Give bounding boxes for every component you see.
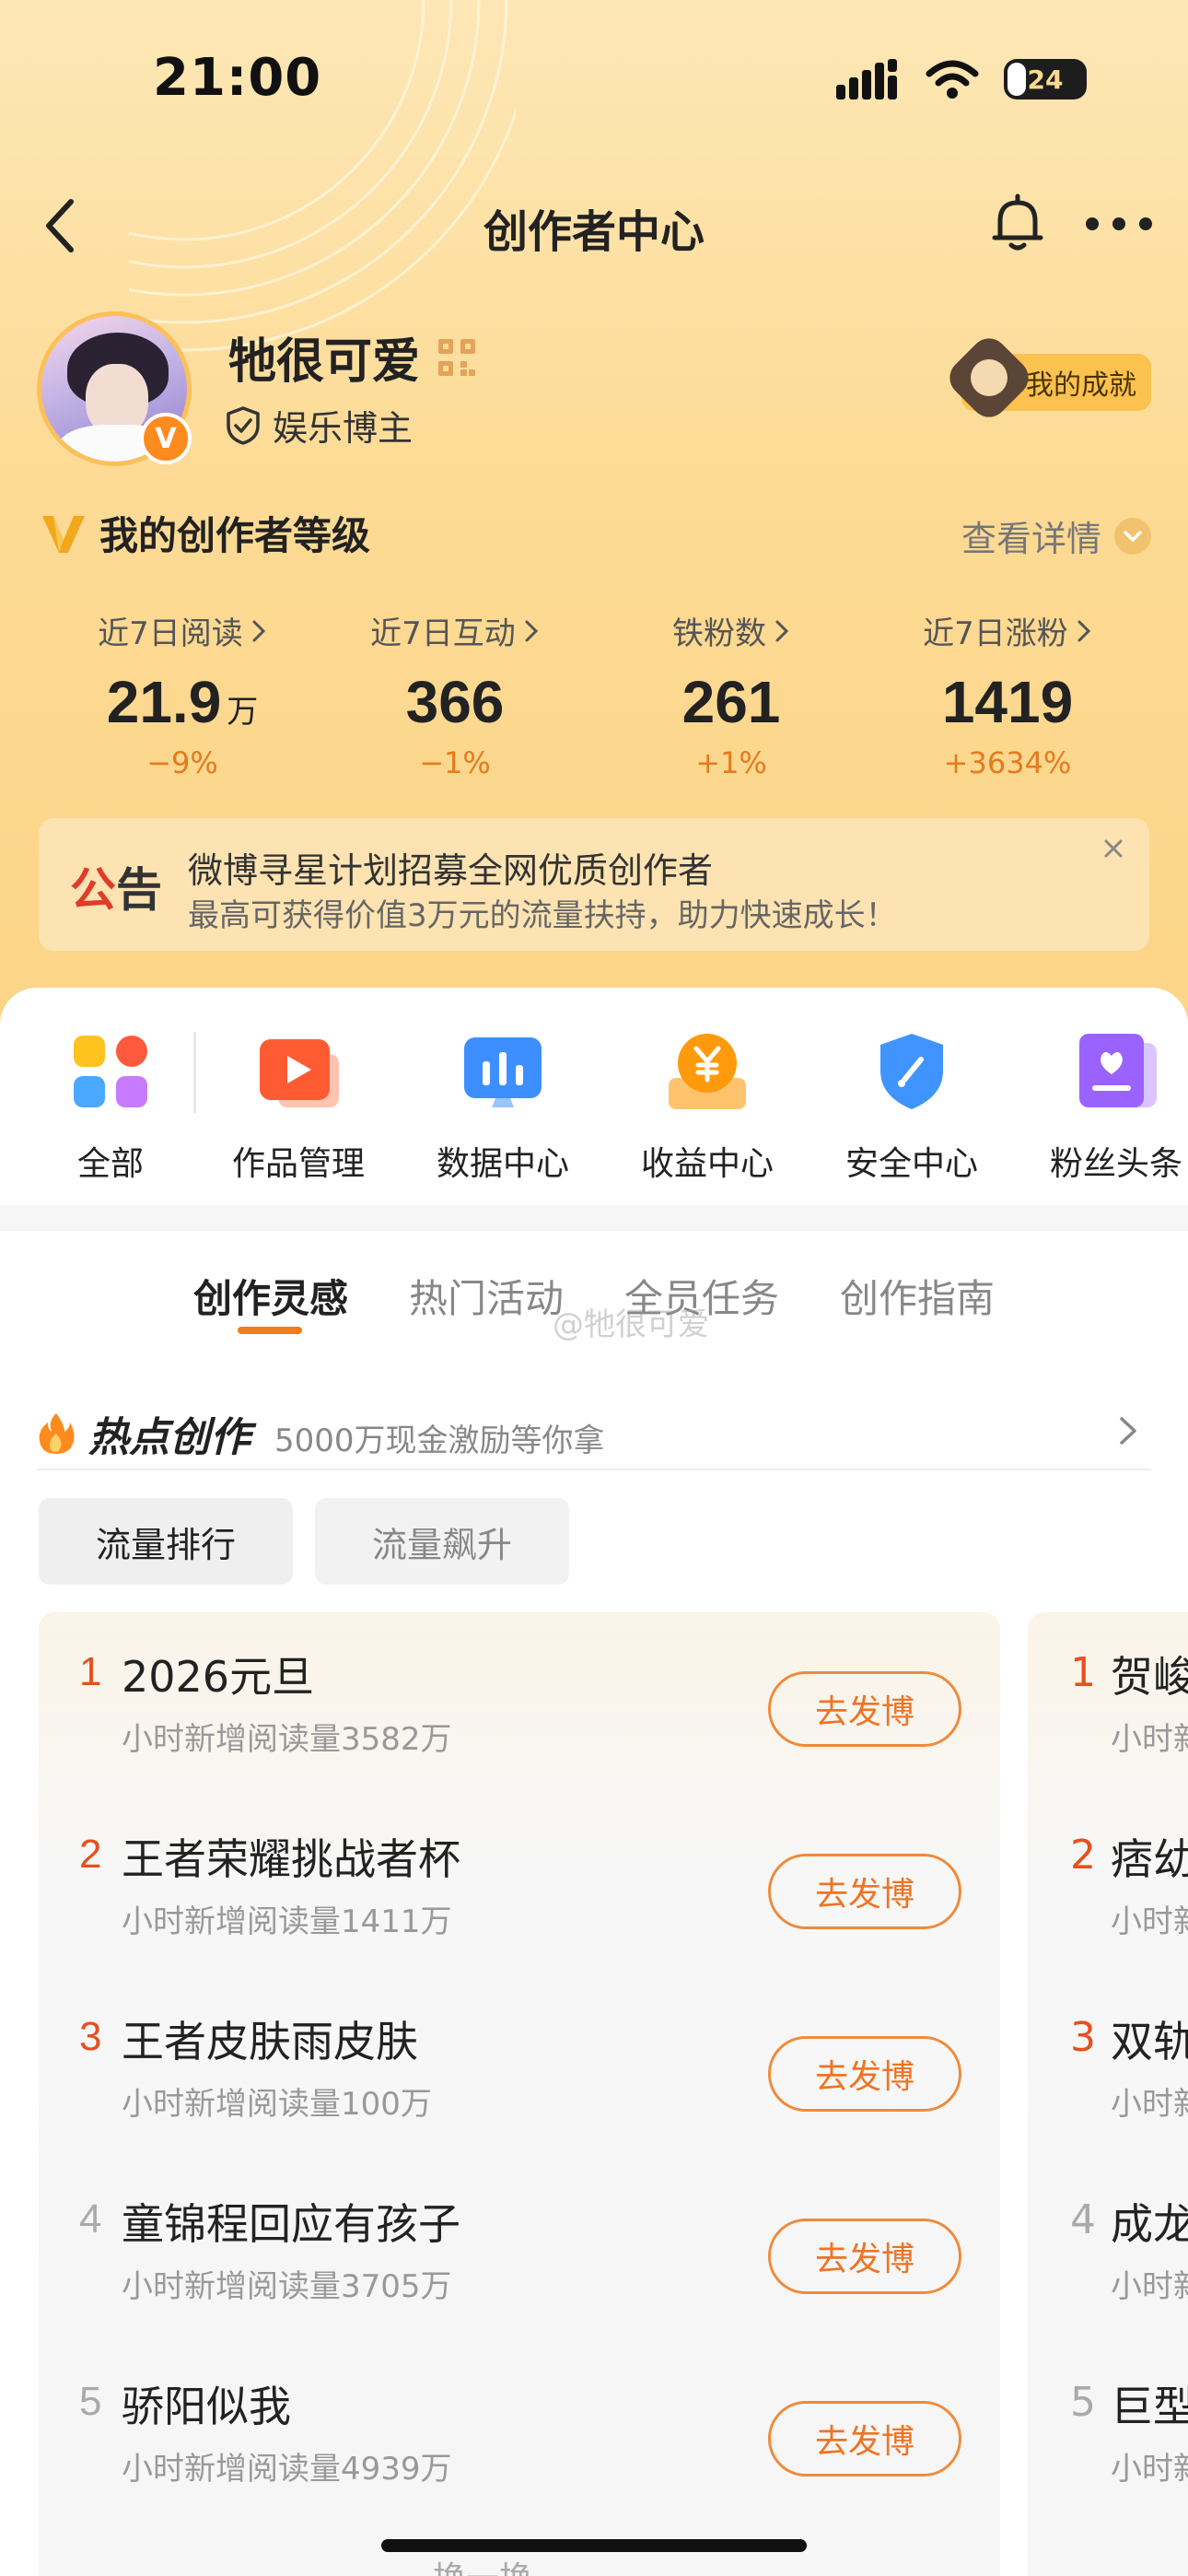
tab-hot-events[interactable]: 热门活动 bbox=[409, 1268, 564, 1324]
announcement-banner[interactable]: 公告 微博寻星计划招募全网优质创作者 最高可获得价值3万元的流量扶持，助力快速成… bbox=[39, 818, 1149, 951]
announcement-title: 微博寻星计划招募全网优质创作者 bbox=[188, 850, 714, 891]
post-button[interactable]: 去发博 bbox=[768, 2036, 961, 2112]
list-item[interactable]: 2 王者荣耀挑战者杯 小时新增阅读量1411万 去发博 bbox=[39, 1795, 1000, 1977]
hot-creation-title: 热点创作 bbox=[37, 1404, 250, 1463]
shield-check-icon bbox=[227, 405, 260, 445]
battery-level: 24 bbox=[1027, 64, 1064, 95]
achievement-button[interactable]: 我的成就 bbox=[942, 331, 1151, 425]
status-bar: 21:00 24 bbox=[0, 0, 1188, 157]
inspiration-section: 创作灵感 热门活动 全员任务 创作指南 @牠很可爱 热点创作 5000万现金激励… bbox=[0, 1231, 1188, 2576]
list-item[interactable]: 5 巨型 小时新 bbox=[1028, 2342, 1188, 2524]
tab-creative-inspiration[interactable]: 创作灵感 bbox=[193, 1268, 348, 1324]
status-time: 21:00 bbox=[153, 48, 322, 108]
tool-all[interactable]: 全部 bbox=[18, 1028, 203, 1185]
profile-header: V 牠很可爱 娱乐博主 我的成就 bbox=[37, 311, 1151, 477]
verified-badge: V bbox=[140, 413, 192, 464]
post-button[interactable]: 去发博 bbox=[768, 1854, 961, 1929]
stat-weekly-reads[interactable]: 近7日阅读 21.9 万 −9% bbox=[44, 608, 320, 780]
creator-role-text: 娱乐博主 bbox=[273, 408, 413, 449]
stat-weekly-new-fans[interactable]: 近7日涨粉 1419 +3634% bbox=[869, 608, 1146, 780]
more-button[interactable] bbox=[1077, 192, 1160, 256]
stats-row: 近7日阅读 21.9 万 −9% 近7日互动 366 −1% 铁粉数 261 +1… bbox=[0, 608, 1188, 792]
close-icon bbox=[1104, 839, 1123, 858]
grid-apps-icon bbox=[66, 1028, 155, 1117]
wifi-icon bbox=[926, 60, 979, 99]
chevron-right-icon bbox=[252, 620, 265, 641]
achievement-icon bbox=[942, 331, 1036, 425]
watermark: @牠很可爱 bbox=[553, 1306, 709, 1343]
tool-works-management[interactable]: 作品管理 bbox=[206, 1028, 390, 1185]
tool-security-center[interactable]: 安全中心 bbox=[820, 1028, 1004, 1185]
level-v-icon bbox=[42, 515, 85, 553]
post-button[interactable]: 去发博 bbox=[768, 2401, 961, 2476]
flame-icon bbox=[39, 1413, 75, 1454]
list-item[interactable]: 4 成龙 小时新 bbox=[1028, 2160, 1188, 2342]
announcement-tag: 公告 bbox=[70, 863, 162, 917]
content-tabs: 创作灵感 热门活动 全员任务 创作指南 @牠很可爱 bbox=[0, 1268, 1188, 1360]
list-item[interactable]: 4 童锦程回应有孩子 小时新增阅读量3705万 去发博 bbox=[39, 2160, 1000, 2342]
home-indicator[interactable] bbox=[381, 2539, 807, 2552]
more-dots-icon bbox=[1086, 217, 1152, 230]
tool-data-center[interactable]: 数据中心 bbox=[411, 1028, 595, 1185]
announcement-close-button[interactable] bbox=[1092, 827, 1135, 870]
cellular-signal-icon bbox=[836, 59, 897, 100]
chip-traffic-surge[interactable]: 流量飙升 bbox=[315, 1498, 569, 1585]
list-item[interactable]: 1 贺峻 小时新 bbox=[1028, 1612, 1188, 1795]
status-icons: 24 bbox=[836, 59, 1087, 100]
hot-creation-header[interactable]: 热点创作 5000万现金激励等你拿 bbox=[37, 1397, 1151, 1470]
achievement-label: 我的成就 bbox=[1026, 369, 1136, 402]
list-item[interactable]: 2 痞幼 小时新 bbox=[1028, 1795, 1188, 1977]
creator-level-title: 我的创作者等级 bbox=[41, 505, 370, 561]
post-button[interactable]: 去发博 bbox=[768, 1671, 961, 1747]
tab-active-indicator bbox=[238, 1327, 302, 1334]
nickname[interactable]: 牠很可爱 bbox=[228, 322, 477, 392]
qr-code-icon[interactable] bbox=[437, 337, 477, 378]
level-detail-link[interactable]: 查看详情 bbox=[961, 510, 1151, 561]
battery-icon: 24 bbox=[1004, 59, 1087, 100]
top-nav: 创作者中心 bbox=[0, 184, 1188, 267]
stat-weekly-interactions[interactable]: 近7日互动 366 −1% bbox=[317, 608, 593, 780]
chevron-down-icon bbox=[1114, 517, 1151, 555]
tool-fan-headline[interactable]: 粉丝头条 bbox=[1024, 1028, 1188, 1185]
list-item[interactable]: 3 双轨 小时新 bbox=[1028, 1977, 1188, 2160]
ranking-card-next: 1 贺峻 小时新 2 痞幼 小时新 3 双轨 小时新 4 成龙 小时新 5 巨型 bbox=[1028, 1612, 1188, 2576]
nickname-text: 牠很可爱 bbox=[228, 334, 421, 390]
chip-traffic-ranking[interactable]: 流量排行 bbox=[39, 1498, 293, 1585]
stat-iron-fans[interactable]: 铁粉数 261 +1% bbox=[593, 608, 869, 780]
list-item[interactable]: 3 王者皮肤雨皮肤 小时新增阅读量100万 去发博 bbox=[39, 1977, 1000, 2160]
chart-screen-icon bbox=[459, 1028, 547, 1117]
fan-headline-icon bbox=[1072, 1028, 1160, 1117]
chevron-right-icon bbox=[1120, 1417, 1136, 1445]
chevron-right-icon bbox=[1077, 620, 1090, 641]
bell-icon bbox=[992, 193, 1043, 251]
list-item[interactable]: 5 骄阳似我 小时新增阅读量4939万 去发博 bbox=[39, 2342, 1000, 2524]
ranking-card: 1 2026元旦 小时新增阅读量3582万 去发博 2 王者荣耀挑战者杯 小时新… bbox=[39, 1612, 1000, 2576]
tab-creation-guide[interactable]: 创作指南 bbox=[840, 1268, 995, 1324]
creator-role[interactable]: 娱乐博主 bbox=[225, 400, 413, 451]
chevron-right-icon bbox=[525, 620, 538, 641]
announcement-subtitle: 最高可获得价值3万元的流量扶持，助力快速成长！ bbox=[188, 897, 897, 934]
refresh-button[interactable]: 换一换 bbox=[433, 2552, 532, 2576]
hot-creation-subtitle: 5000万现金激励等你拿 bbox=[274, 1423, 605, 1459]
tool-earnings-center[interactable]: 收益中心 bbox=[615, 1028, 799, 1185]
video-manage-icon bbox=[254, 1028, 343, 1117]
post-button[interactable]: 去发博 bbox=[768, 2219, 961, 2294]
tool-grid: 全部 作品管理 数据中心 收益中心 安全中心 粉丝头条 bbox=[0, 988, 1188, 1205]
notification-button[interactable] bbox=[985, 192, 1050, 256]
creator-center-page: 21:00 24 创作者中心 V 牠很可爱 娱乐博主 我的成就 我的创作者等级 … bbox=[0, 0, 1188, 2576]
list-item[interactable]: 1 2026元旦 小时新增阅读量3582万 去发博 bbox=[39, 1612, 1000, 1795]
creator-level-row: 我的创作者等级 查看详情 bbox=[41, 505, 1151, 560]
chevron-right-icon bbox=[775, 620, 789, 641]
yuan-coin-icon bbox=[663, 1028, 751, 1117]
shield-icon bbox=[868, 1028, 956, 1117]
tool-divider bbox=[193, 1032, 196, 1113]
